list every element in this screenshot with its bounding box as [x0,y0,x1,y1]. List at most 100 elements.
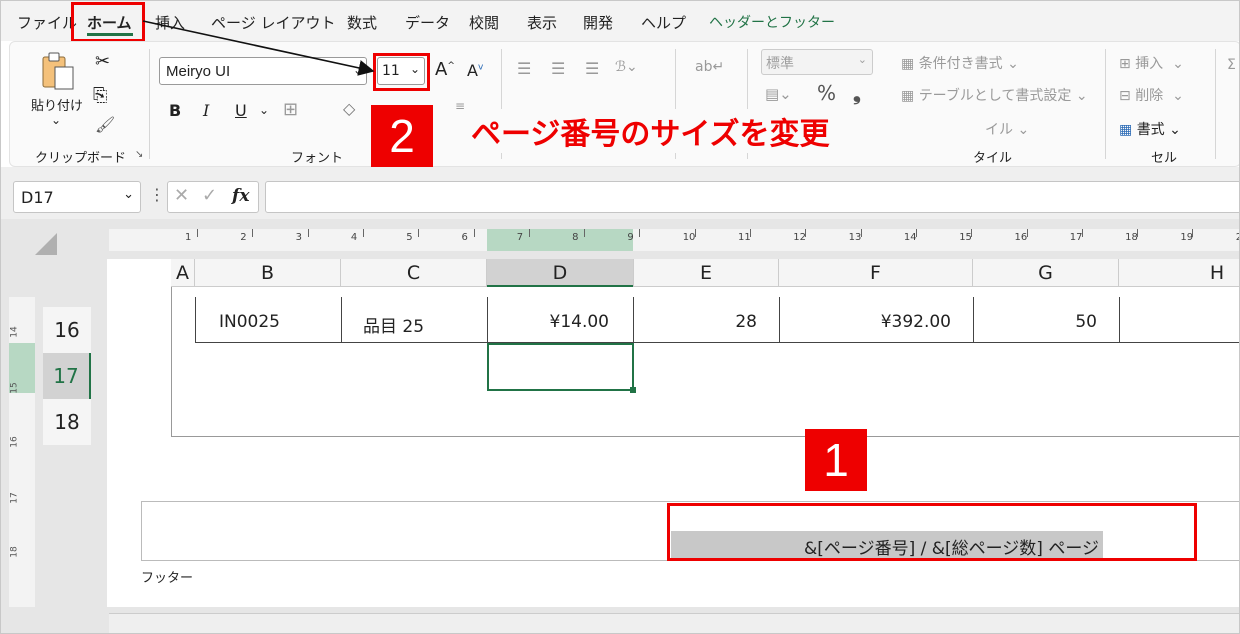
cell-e16[interactable]: 28 [633,312,757,332]
ruler-tick [1081,229,1083,237]
cell-g16[interactable]: 50 [973,312,1097,332]
more-options-icon[interactable]: ⋮ [149,185,165,204]
ruler-tick [307,229,309,237]
ruler-tick [915,229,917,237]
ruler-label: 18 [1125,232,1138,243]
ruler-tick [252,229,254,237]
cell-f16[interactable]: ¥392.00 [779,312,951,332]
styles-group-label: タイル [973,151,1013,166]
step-2-instruction: ページ番号のサイズを変更 [471,109,830,153]
ruler-label: 13 [848,232,862,243]
paste-dropdown-icon[interactable]: ⌄ [51,113,61,127]
ruler-label: 16 [1014,232,1028,243]
ruler-tick [473,229,475,237]
cell-styles-button[interactable]: イル ⌄ [985,119,1029,139]
format-painter-icon[interactable]: 🖌 [95,115,115,134]
format-cells-label: 書式 [1136,122,1165,138]
ruler-label: 8 [572,232,579,243]
column-header-b[interactable]: B [195,259,341,287]
vruler-label: 15 [9,382,20,394]
ruler-label: 17 [1069,232,1083,243]
row-header-18[interactable]: 18 [43,399,91,445]
horizontal-ruler: 1234567891011121314151617181920 [109,229,1239,251]
ruler-label: 15 [959,232,972,243]
excel-window: ファイル ホーム 挿入 ページ レイアウト 数式 データ 校閲 表示 開発 ヘル… [0,0,1240,634]
highlight-footer [667,503,1197,561]
ruler-tick [750,229,751,237]
column-header-c[interactable]: C [341,259,487,287]
column-header-a[interactable]: A [171,259,195,287]
ruler-label: 11 [738,232,751,243]
clipboard-group-label: クリップボード [35,151,127,166]
column-header-e[interactable]: E [633,259,779,287]
ruler-label: 10 [682,232,696,243]
ruler-label: 2 [240,232,247,243]
step-2-badge: 2 [371,105,433,167]
horizontal-scrollbar[interactable] [109,613,1239,633]
cell-d16[interactable]: ¥14.00 [487,312,609,332]
vruler-label: 18 [9,546,20,558]
annotation-arrow [142,20,375,76]
footer-label: フッター [141,571,194,586]
cell-c16[interactable]: 品目 25 [363,312,424,337]
ruler-tick [362,229,364,237]
ruler-label: 6 [461,232,468,243]
align-extra-icon[interactable]: ≡ [455,99,465,113]
ruler-label: 12 [793,232,807,243]
fill-color-icon[interactable]: ◇ [343,99,355,118]
ruler-label: 1 [185,232,192,243]
selected-cell-d17[interactable] [487,343,636,393]
insert-function-button[interactable]: fx [232,186,249,206]
underline-button[interactable]: U [235,101,247,120]
cell-border [1119,297,1120,343]
ruler-tick [418,229,420,237]
underline-dropdown-icon[interactable]: ⌄ [259,103,269,117]
ruler-tick [971,229,973,237]
vruler-label: 14 [9,326,20,338]
format-cells-button[interactable]: ▦ 書式 ⌄ [1119,119,1181,139]
ruler-label: 19 [1180,232,1194,243]
ruler-tick [1137,229,1139,237]
step-1-badge: 1 [805,429,867,491]
name-box-value: D17 [21,188,54,207]
ruler-label: 5 [406,232,413,243]
vertical-ruler [9,297,35,607]
row-header-16[interactable]: 16 [43,307,91,353]
ruler-label: 4 [350,232,358,243]
bold-button[interactable]: B [169,101,181,120]
vruler-label: 17 [9,492,20,504]
column-header-f[interactable]: F [779,259,973,287]
name-box-dropdown-icon[interactable]: ⌄ [123,187,134,202]
borders-icon[interactable]: ⊞ [283,99,298,120]
ruler-label: 14 [903,232,917,243]
cancel-icon[interactable]: ✕ [174,185,189,206]
column-header-h[interactable]: H [1119,259,1239,287]
font-group-label: フォント [291,151,344,166]
cell-border [341,297,342,343]
ruler-tick [197,229,198,237]
select-all-icon[interactable] [35,233,57,255]
italic-button[interactable]: I [203,101,209,120]
ruler-tick [528,229,530,237]
cells-group-label: セル [1151,151,1178,166]
column-header-g[interactable]: G [973,259,1119,287]
ruler-tick [805,229,807,237]
ruler-label: 7 [516,232,524,243]
cell-styles-label: イル [985,122,1013,138]
ruler-tick [584,229,586,237]
ruler-tick [639,229,641,237]
ruler-label: 3 [295,232,302,243]
enter-icon[interactable]: ✓ [202,185,217,206]
fill-handle[interactable] [630,387,636,393]
formula-input[interactable] [265,181,1239,213]
clipboard-launcher-icon[interactable]: ↘ [135,149,143,160]
format-cells-icon: ▦ [1119,122,1133,138]
column-header-d[interactable]: D [487,259,633,287]
formula-buttons: ✕ ✓ fx [167,181,259,213]
cell-b16[interactable]: IN0025 [219,312,280,332]
name-box[interactable]: D17 ⌄ [13,181,141,213]
ruler-tick [1026,229,1028,237]
row-header-17[interactable]: 17 [43,353,91,399]
ruler-selection [487,229,633,251]
ruler-tick [694,229,696,237]
